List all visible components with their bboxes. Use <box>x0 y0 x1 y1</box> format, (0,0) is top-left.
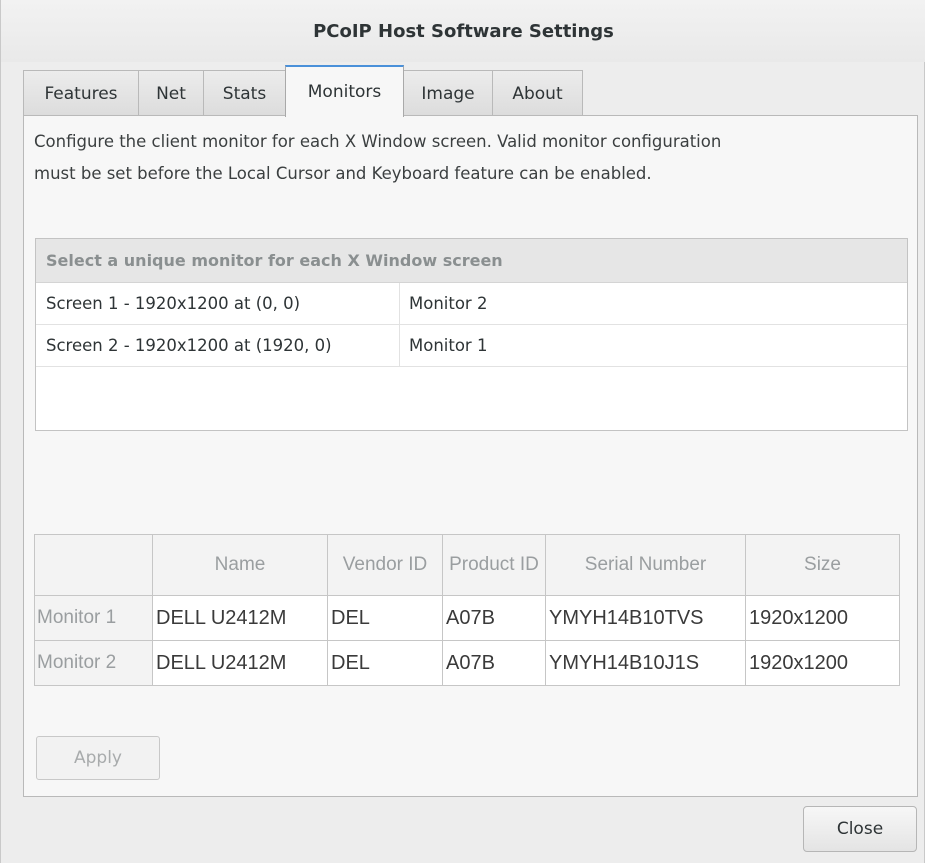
table-header-row: Name Vendor ID Product ID Serial Number … <box>34 534 900 596</box>
table-row: Monitor 2 DELL U2412M DEL A07B YMYH14B10… <box>34 640 900 686</box>
tab-net[interactable]: Net <box>138 70 204 116</box>
cell-name: DELL U2412M <box>152 640 328 686</box>
tab-stats[interactable]: Stats <box>203 70 286 116</box>
column-header <box>34 534 153 596</box>
cell-serial-number: YMYH14B10J1S <box>545 640 746 686</box>
cell-product-id: A07B <box>442 640 546 686</box>
description-text: Configure the client monitor for each X … <box>34 132 722 183</box>
cell-serial-number: YMYH14B10TVS <box>545 595 746 641</box>
column-header-vendor-id: Vendor ID <box>327 534 443 596</box>
tab-bar: Features Net Stats Monitors Image About <box>23 64 583 117</box>
close-button[interactable]: Close <box>803 806 917 852</box>
column-header-name: Name <box>152 534 328 596</box>
column-header-serial-number: Serial Number <box>545 534 746 596</box>
cell-name: DELL U2412M <box>152 595 328 641</box>
screen-label: Screen 2 - 1920x1200 at (1920, 0) <box>36 325 400 366</box>
monitors-table: Name Vendor ID Product ID Serial Number … <box>34 534 900 686</box>
tab-features[interactable]: Features <box>23 70 139 116</box>
cell-product-id: A07B <box>442 595 546 641</box>
tab-about[interactable]: About <box>492 70 583 116</box>
window-title: PCoIP Host Software Settings <box>1 0 925 62</box>
cell-vendor-id: DEL <box>327 595 443 641</box>
screen-monitor-list[interactable]: Select a unique monitor for each X Windo… <box>35 238 908 431</box>
monitor-selector[interactable]: Monitor 2 <box>400 294 487 313</box>
cell-size: 1920x1200 <box>745 595 900 641</box>
screen-row[interactable]: Screen 2 - 1920x1200 at (1920, 0) Monito… <box>36 325 907 367</box>
screen-row[interactable]: Screen 1 - 1920x1200 at (0, 0) Monitor 2 <box>36 283 907 325</box>
screen-list-header: Select a unique monitor for each X Windo… <box>36 239 907 283</box>
column-header-product-id: Product ID <box>442 534 546 596</box>
table-row: Monitor 1 DELL U2412M DEL A07B YMYH14B10… <box>34 595 900 641</box>
row-header: Monitor 1 <box>34 595 153 641</box>
row-header: Monitor 2 <box>34 640 153 686</box>
apply-button[interactable]: Apply <box>36 736 160 780</box>
cell-vendor-id: DEL <box>327 640 443 686</box>
tab-image[interactable]: Image <box>403 70 493 116</box>
tab-monitors[interactable]: Monitors <box>285 65 404 117</box>
settings-window: PCoIP Host Software Settings Features Ne… <box>0 0 925 863</box>
monitor-selector[interactable]: Monitor 1 <box>400 336 487 355</box>
screen-label: Screen 1 - 1920x1200 at (0, 0) <box>36 283 400 324</box>
cell-size: 1920x1200 <box>745 640 900 686</box>
column-header-size: Size <box>745 534 900 596</box>
monitors-panel: Configure the client monitor for each X … <box>23 115 918 797</box>
